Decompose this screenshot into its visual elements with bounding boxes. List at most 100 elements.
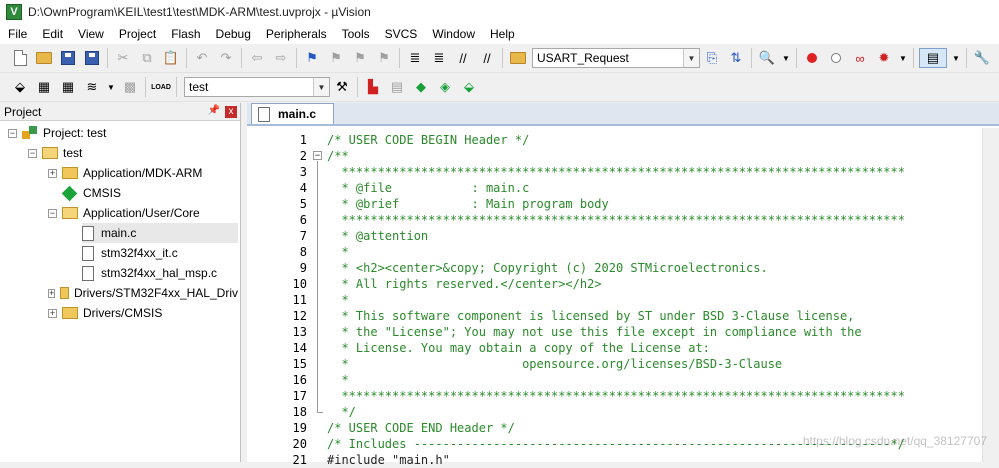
unindent-button[interactable]: ≣ — [429, 48, 449, 68]
code-line[interactable]: * @attention — [327, 228, 428, 244]
code-line[interactable]: * the "License"; You may not use this fi… — [327, 324, 861, 340]
menu-edit[interactable]: Edit — [34, 24, 70, 44]
editor-tab-main-c[interactable]: main.c — [251, 103, 334, 124]
paste-button[interactable]: 📋 — [161, 48, 181, 68]
code-line[interactable]: * opensource.org/licenses/BSD-3-Clause — [327, 356, 782, 372]
nav-forward-button[interactable]: ⇨ — [271, 48, 291, 68]
batch-build-button[interactable]: ≋ — [82, 77, 102, 97]
open-file-button[interactable] — [34, 48, 54, 68]
new-file-button[interactable] — [10, 48, 30, 68]
disable-all-breakpoints-button[interactable]: ∞ — [850, 48, 870, 68]
tree-node-file[interactable]: stm32f4xx_it.c — [82, 243, 178, 263]
find-button[interactable]: ⎘ — [702, 48, 722, 68]
configure-button[interactable]: 🔧 — [972, 48, 992, 68]
cut-button[interactable]: ✂ — [113, 48, 133, 68]
uncomment-button[interactable]: // — [477, 48, 497, 68]
stop-build-button[interactable]: ▩ — [120, 77, 140, 97]
find-in-files-button[interactable] — [508, 48, 528, 68]
close-icon[interactable]: x — [225, 106, 237, 118]
next-bookmark-button[interactable]: ⚑ — [350, 48, 370, 68]
code-line[interactable]: /* USER CODE BEGIN Header */ — [327, 132, 529, 148]
chevron-down-icon[interactable]: ▼ — [313, 78, 329, 96]
manage-rte-button[interactable]: ◆ — [411, 77, 431, 97]
code-area[interactable]: 1/* USER CODE BEGIN Header */2/** 3 *****… — [247, 128, 999, 467]
save-all-button[interactable] — [82, 48, 102, 68]
tree-node-group[interactable]: + Application/MDK-ARM — [48, 163, 202, 183]
expand-icon[interactable]: + — [48, 168, 57, 178]
code-line[interactable]: */ — [327, 404, 355, 420]
collapse-icon[interactable]: − — [8, 128, 17, 138]
tree-node-group[interactable]: CMSIS — [61, 183, 121, 203]
comment-button[interactable]: // — [453, 48, 473, 68]
component-button[interactable]: ⬙ — [459, 77, 479, 97]
collapse-icon[interactable]: − — [28, 148, 37, 158]
code-line[interactable]: * <h2><center>&copy; Copyright (c) 2020 … — [327, 260, 767, 276]
debug-session-button[interactable]: 🔍 — [757, 48, 777, 68]
menu-tools[interactable]: Tools — [334, 24, 377, 44]
tree-node-group[interactable]: − Application/User/Core — [48, 203, 200, 223]
code-line[interactable]: ****************************************… — [327, 212, 905, 228]
manage-project-items-button[interactable]: ▙ — [363, 77, 383, 97]
code-line[interactable]: ****************************************… — [327, 388, 905, 404]
code-line[interactable]: * @file : main.c — [327, 180, 529, 196]
code-line[interactable]: * License. You may obtain a copy of the … — [327, 340, 709, 356]
pack-installer-button[interactable]: ◈ — [435, 77, 455, 97]
code-line[interactable]: * This software component is licensed by… — [327, 308, 854, 324]
nav-back-button[interactable]: ⇦ — [247, 48, 267, 68]
undo-button[interactable]: ↶ — [192, 48, 212, 68]
menu-project[interactable]: Project — [111, 24, 163, 44]
code-line[interactable]: #include "main.h" — [327, 452, 450, 468]
menu-flash[interactable]: Flash — [163, 24, 207, 44]
code-line[interactable]: * — [327, 244, 348, 260]
indent-button[interactable]: ≣ — [405, 48, 425, 68]
prev-bookmark-button[interactable]: ⚑ — [326, 48, 346, 68]
menu-peripherals[interactable]: Peripherals — [258, 24, 334, 44]
rebuild-button[interactable]: ▦ — [58, 77, 78, 97]
window-layout-button[interactable]: ▤ — [919, 48, 947, 68]
menu-view[interactable]: View — [70, 24, 111, 44]
tree-node-group[interactable]: + Drivers/STM32F4xx_HAL_Driv — [48, 283, 238, 303]
menu-file[interactable]: File — [0, 24, 34, 44]
copy-button[interactable]: ⧉ — [137, 48, 157, 68]
code-line[interactable]: ****************************************… — [327, 164, 905, 180]
code-line[interactable]: /** — [327, 148, 349, 164]
fold-collapse-icon[interactable]: − — [313, 151, 322, 160]
kill-all-breakpoints-button[interactable]: ✹ — [874, 48, 894, 68]
menu-debug[interactable]: Debug — [208, 24, 258, 44]
vertical-scrollbar[interactable] — [982, 128, 999, 462]
debug-session-dropdown[interactable]: ▼ — [781, 48, 791, 68]
code-line[interactable]: /* USER CODE END Header */ — [327, 420, 515, 436]
bookmark-button[interactable]: ⚑ — [302, 48, 322, 68]
menu-help[interactable]: Help — [482, 24, 522, 44]
pin-icon[interactable]: 📌 — [208, 105, 220, 116]
find-combo[interactable]: USART_Request ▼ — [532, 48, 700, 68]
target-combo[interactable]: test ▼ — [184, 77, 330, 97]
clear-bookmarks-button[interactable]: ⚑ — [374, 48, 394, 68]
tree-node-project[interactable]: − Project: test — [8, 123, 106, 143]
insert-breakpoint-button[interactable] — [802, 48, 822, 68]
menu-window[interactable]: Window — [424, 24, 482, 44]
code-line[interactable]: * All rights reserved.</center></h2> — [327, 276, 601, 292]
save-button[interactable] — [58, 48, 78, 68]
code-line[interactable]: * — [327, 292, 348, 308]
tree-node-file[interactable]: stm32f4xx_hal_msp.c — [82, 263, 217, 283]
expand-icon[interactable]: + — [48, 288, 56, 298]
tree-node-group[interactable]: + Drivers/CMSIS — [48, 303, 162, 323]
chevron-down-icon[interactable]: ▼ — [683, 49, 699, 67]
expand-icon[interactable]: + — [48, 308, 57, 318]
translate-button[interactable]: ⬙ — [10, 77, 30, 97]
collapse-icon[interactable]: − — [48, 208, 57, 218]
tree-node-target[interactable]: − test — [28, 143, 82, 163]
code-line[interactable]: * @brief : Main program body — [327, 196, 608, 212]
tree-node-file[interactable]: main.c — [82, 223, 238, 243]
enable-breakpoint-button[interactable] — [826, 48, 846, 68]
window-layout-dropdown[interactable]: ▼ — [951, 48, 961, 68]
breakpoint-dropdown[interactable]: ▼ — [898, 48, 908, 68]
incremental-find-button[interactable]: ⇅ — [726, 48, 746, 68]
select-packs-button[interactable]: ▤ — [387, 77, 407, 97]
redo-button[interactable]: ↷ — [216, 48, 236, 68]
code-line[interactable]: * — [327, 372, 348, 388]
batch-build-dropdown[interactable]: ▼ — [106, 77, 116, 97]
download-button[interactable]: LOAD — [151, 77, 171, 97]
menu-svcs[interactable]: SVCS — [377, 24, 425, 44]
